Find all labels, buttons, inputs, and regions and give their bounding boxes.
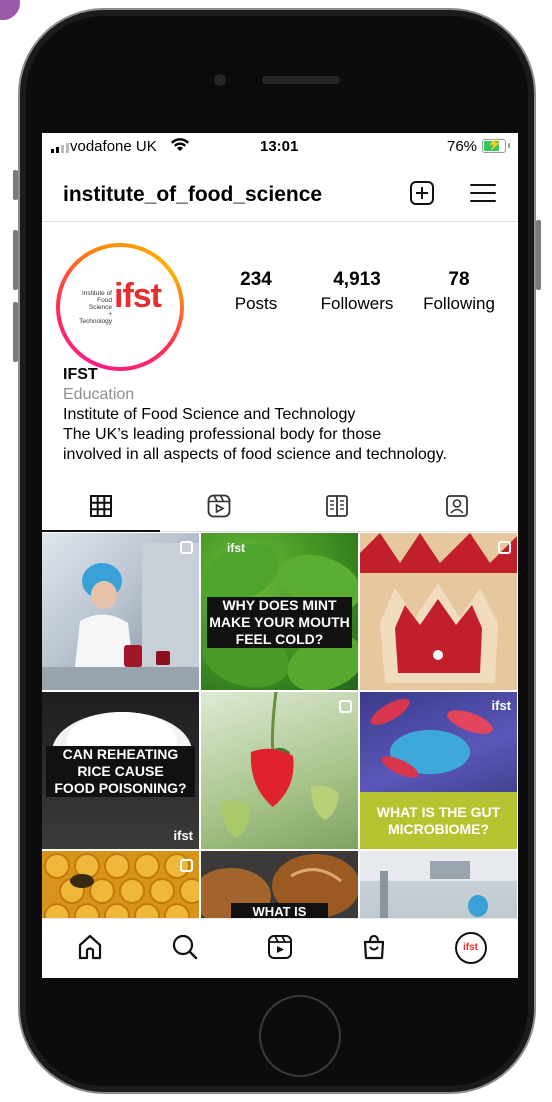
tab-tagged[interactable] [444,493,470,519]
post-tile[interactable] [201,692,358,849]
nav-profile-avatar[interactable]: ifst [455,932,487,964]
following-label: Following [423,294,495,313]
post-caption: FEEL COLD? [207,631,352,648]
home-button[interactable] [259,995,341,1077]
following-value: 78 [448,269,470,290]
multiple-posts-icon [180,541,193,554]
profile-header: institute_of_food_science [42,163,518,222]
multiple-posts-icon [498,541,511,554]
carrier-name: vodafone UK [70,138,157,155]
logo-line: Food Science [88,297,112,311]
post-caption: MAKE YOUR MOUTH [207,614,352,631]
battery-icon: ⚡ [482,137,510,153]
nav-search[interactable] [171,933,199,961]
shop-bag-icon [363,934,385,960]
profile-name: IFST [63,366,98,383]
volume-down-button [13,302,18,362]
tab-grid[interactable] [88,493,114,519]
signal-strength-icon [51,143,69,153]
grid-icon [90,495,112,517]
lab-photo [42,543,199,690]
logo-line: Institute of [82,290,112,297]
mute-switch [13,170,18,200]
posts-value: 234 [240,269,272,290]
post-caption: MICROBIOME? [387,821,490,837]
ifst-watermark: ifst [173,828,194,843]
avatar-text: ifst [463,942,478,953]
ifst-logo-text: ifst [114,277,162,315]
earpiece-speaker [262,76,340,84]
wifi-icon [170,137,190,156]
tagged-icon [446,495,468,517]
profile-tabs [42,483,518,532]
followers-label: Followers [320,294,394,313]
bio-text: involved in all aspects of food science … [63,446,447,463]
corner-decoration [0,0,20,20]
hamburger-menu-icon[interactable] [470,183,496,203]
battery-percentage: 76% [447,138,478,155]
app-screen: vodafone UK 13:01 76% ⚡ institute_of_foo… [42,133,518,978]
post-tile[interactable] [360,533,517,690]
power-button [536,220,541,290]
post-tile[interactable]: CAN REHEATING RICE CAUSE FOOD POISONING?… [42,692,199,849]
bottom-navigation: ifst [42,918,518,978]
new-post-icon[interactable] [410,181,434,205]
bio-text: Institute of Food Science and Technology [63,406,356,423]
post-caption: WHY DOES MINT [207,597,352,614]
multiple-posts-icon [180,859,193,872]
guides-icon [326,495,348,517]
crown-biscuits-photo [360,533,517,690]
post-tile[interactable]: ifst WHAT IS THE GUT MICROBIOME? [360,692,517,849]
profile-avatar[interactable]: Institute of Food Science + Technology i… [56,243,184,371]
tab-guides[interactable] [324,493,350,519]
nav-shop[interactable] [360,933,388,961]
logo-line: + Technology [79,311,112,325]
profile-category: Education [63,386,135,403]
post-tile[interactable]: ifst WHY DOES MINT MAKE YOUR MOUTH FEEL … [201,533,358,690]
post-caption: FOOD POISONING? [46,780,195,797]
avatar-logo: Institute of Food Science + Technology i… [60,247,180,367]
nav-reels[interactable] [266,933,294,961]
post-caption: RICE CAUSE [46,763,195,780]
active-tab-indicator [42,530,160,532]
front-camera [214,74,226,86]
search-icon [172,934,198,960]
reels-icon [268,935,292,959]
home-icon [78,934,102,960]
posts-label: Posts [234,294,278,313]
ifst-watermark: ifst [227,541,245,555]
tab-reels[interactable] [206,493,232,519]
ifst-watermark: ifst [491,698,512,713]
nav-home[interactable] [76,933,104,961]
volume-up-button [13,230,18,290]
posts-count[interactable]: 234 Posts [226,269,286,314]
profile-bio: IFST Education Institute of Food Science… [63,365,513,465]
bio-text: The UK’s leading professional body for t… [63,426,382,443]
strawberry-photo [221,692,339,838]
clock-time: 13:01 [260,138,299,155]
followers-value: 4,913 [333,269,381,290]
post-caption: WHAT IS THE GUT [376,804,501,820]
reels-icon [207,494,231,518]
profile-username[interactable]: institute_of_food_science [63,183,322,207]
post-caption: CAN REHEATING [46,746,195,763]
following-count[interactable]: 78 Following [417,269,501,314]
multiple-posts-icon [339,700,352,713]
post-tile[interactable] [42,533,199,690]
status-bar: vodafone UK 13:01 76% ⚡ [42,133,518,161]
followers-count[interactable]: 4,913 Followers [314,269,400,314]
